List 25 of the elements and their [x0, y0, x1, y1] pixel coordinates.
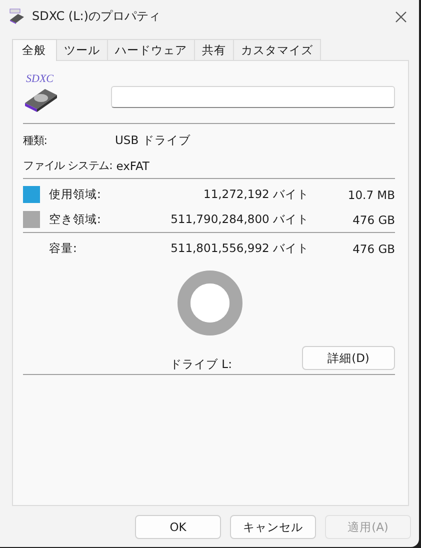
- drive-label: ドライブ L:: [170, 356, 232, 372]
- field-label: 種類:: [23, 133, 48, 148]
- usage-donut-drawing: [177, 270, 243, 336]
- field-value: USB ドライブ: [115, 133, 190, 148]
- field-value: exFAT: [116, 158, 150, 172]
- size-value: 476 GB: [352, 212, 395, 226]
- space-label: 容量:: [49, 241, 78, 256]
- byte-count: 511,801,556,992 バイト: [170, 241, 309, 256]
- tab[interactable]: カスタマイズ: [233, 39, 321, 60]
- byte-count: 11,272,192 バイト: [202, 187, 309, 202]
- icon-label: SDXC: [26, 73, 54, 85]
- close-icon: [395, 10, 407, 22]
- size-value: 10.7 MB: [346, 188, 395, 202]
- field-label: ファイル システム:: [23, 158, 114, 173]
- window-title: SDXC (L:)のプロパティ: [32, 8, 162, 25]
- tab[interactable]: 全般: [12, 39, 57, 61]
- dialog-button[interactable]: キャンセル: [230, 515, 316, 539]
- size-value: 476 GB: [352, 242, 395, 256]
- name-field[interactable]: [111, 86, 395, 108]
- space-label: 使用領域:: [49, 187, 102, 202]
- details-button[interactable]: 詳細(D): [302, 346, 395, 370]
- dialog-button[interactable]: OK: [135, 515, 221, 539]
- byte-count: 511,790,284,800 バイト: [170, 212, 309, 227]
- drive-icon: [8, 8, 26, 25]
- space-label: 空き領域:: [49, 212, 102, 227]
